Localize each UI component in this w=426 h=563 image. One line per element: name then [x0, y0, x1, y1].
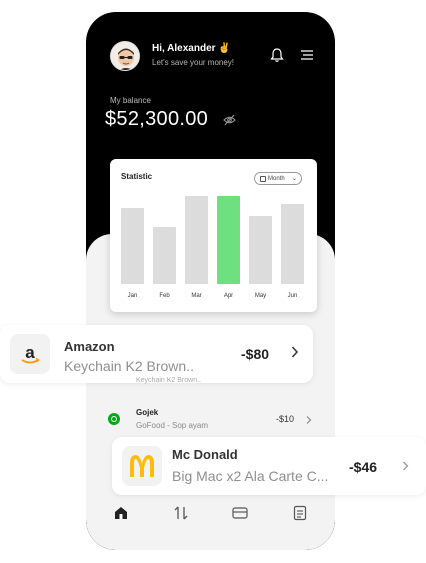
bar-label-jun: Jun [287, 293, 298, 299]
transaction-description: GoFood - Sop ayam [136, 421, 209, 430]
bar-chart: Jan Feb Mar Apr May Jun [110, 159, 317, 312]
transaction-name: Amazon [64, 339, 115, 354]
svg-text:a: a [25, 343, 35, 362]
bar-jun [281, 204, 304, 284]
transaction-name: Mc Donald [172, 447, 238, 462]
amazon-logo-icon: a [10, 334, 50, 374]
bell-icon[interactable] [270, 47, 284, 63]
mcdonalds-logo-icon [122, 446, 162, 486]
bar-label-feb: Feb [159, 293, 170, 299]
transaction-card-mcdonald[interactable]: Mc Donald Big Mac x2 Ala Carte C... -$46 [112, 437, 426, 495]
chevron-right-icon[interactable] [306, 413, 312, 428]
transaction-amount: -$10 [276, 414, 295, 424]
bar-feb [153, 227, 176, 284]
greeting-subtitle: Let's save your money! [152, 58, 235, 67]
menu-icon[interactable] [300, 49, 314, 61]
card-icon[interactable] [232, 505, 248, 521]
eye-off-icon[interactable] [223, 114, 236, 126]
bar-label-jan: Jan [127, 293, 138, 299]
bar-label-may: May [254, 293, 267, 299]
transaction-description: Keychain K2 Brown.. [64, 358, 194, 374]
chevron-right-icon[interactable] [291, 345, 299, 362]
transaction-name: Gojek [136, 408, 159, 417]
transaction-amount: -$46 [349, 459, 378, 475]
partially-hidden-description: Keychain K2 Brown.. [136, 377, 201, 384]
transaction-amount: -$80 [241, 346, 270, 362]
bar-mar [185, 196, 208, 284]
statistic-card: Statistic Month ⌄ Jan Feb Mar Apr May Jun [110, 159, 317, 312]
bar-jan [121, 208, 144, 284]
balance-value: $52,300.00 [105, 108, 209, 130]
chevron-right-icon[interactable] [402, 460, 409, 475]
home-icon[interactable] [113, 505, 129, 521]
transaction-card-amazon[interactable]: a Amazon Keychain K2 Brown.. -$80 [0, 325, 313, 383]
transaction-description: Big Mac x2 Ala Carte C... [172, 468, 329, 484]
balance-label: My balance [110, 96, 151, 105]
bar-label-apr: Apr [223, 293, 234, 299]
gojek-logo-icon [108, 413, 120, 425]
transfer-icon[interactable] [173, 505, 189, 521]
document-icon[interactable] [292, 505, 308, 521]
bar-may [249, 216, 272, 284]
bar-apr [217, 196, 240, 284]
greeting-text: Hi, Alexander ✌ [152, 43, 231, 54]
avatar[interactable] [110, 41, 140, 71]
bar-label-mar: Mar [191, 293, 202, 299]
